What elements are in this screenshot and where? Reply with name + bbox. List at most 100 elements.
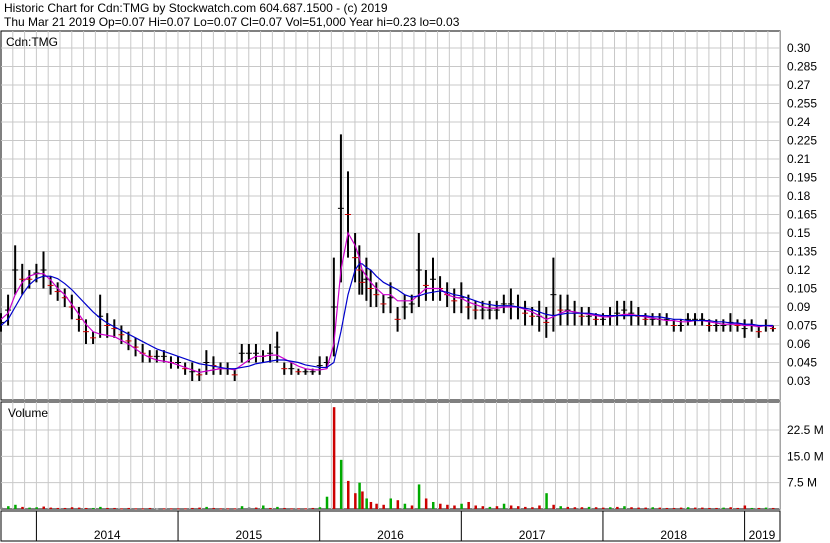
volume-bar — [35, 507, 38, 509]
volume-bar — [488, 506, 492, 509]
volume-bar — [212, 507, 215, 509]
volume-bar — [141, 508, 145, 510]
volume-bar — [325, 496, 329, 509]
volume-bar — [262, 505, 265, 509]
volume-bar — [389, 498, 392, 509]
volume-bar — [106, 507, 109, 509]
volume-bar — [516, 506, 520, 509]
volume-bar — [495, 506, 499, 509]
volume-bar — [764, 507, 768, 509]
volume-bar — [431, 501, 435, 509]
volume-bar — [630, 507, 633, 509]
volume-bar — [559, 506, 562, 509]
volume-bar — [247, 507, 251, 509]
price-tick-label: 0.03 — [787, 374, 811, 388]
volume-bar — [155, 508, 159, 510]
volume-bar — [665, 507, 669, 509]
stock-chart: 0.30 0.285 0.27 0.255 0.24 0.225 0.21 0.195 0.18… — [0, 30, 824, 542]
volume-bar — [70, 507, 74, 509]
volume-bar — [347, 480, 350, 509]
volume-bar — [28, 507, 31, 509]
volume-tick-label: 22.5 M — [787, 423, 824, 437]
volume-bar — [417, 484, 421, 509]
volume-bar — [205, 506, 208, 509]
volume-bar — [7, 506, 10, 509]
year-label: 2018 — [660, 528, 687, 542]
volume-bar — [531, 507, 534, 509]
volume-bar — [736, 507, 740, 509]
volume-tick-label: 15.0 M — [787, 449, 824, 463]
volume-axis-ticks: 22.5 M 15.0 M 7.5 M — [787, 423, 824, 490]
volume-bar — [240, 506, 244, 509]
volume-bar — [609, 507, 612, 509]
price-tick-label: 0.195 — [787, 171, 817, 185]
volume-bar — [410, 505, 414, 509]
price-tick-label: 0.225 — [787, 134, 817, 148]
volume-bar — [616, 506, 619, 509]
volume-bar — [573, 507, 577, 509]
volume-bar — [99, 506, 102, 509]
volume-bar — [708, 507, 711, 509]
volume-bar — [637, 507, 640, 509]
price-tick-label: 0.255 — [787, 97, 817, 111]
volume-bar — [358, 482, 361, 509]
volume-bar — [446, 504, 449, 509]
volume-bar — [375, 503, 378, 509]
price-tick-label: 0.18 — [787, 189, 811, 203]
volume-bar — [318, 507, 322, 509]
volume-bar — [538, 505, 541, 509]
volume-bar — [658, 507, 662, 509]
volume-bar — [339, 459, 343, 509]
volume-bar — [424, 498, 428, 509]
volume-bar — [134, 508, 138, 510]
volume-bar — [354, 493, 357, 509]
volume-bar — [304, 508, 308, 510]
volume-bar — [21, 506, 24, 509]
price-tick-label: 0.15 — [787, 226, 811, 240]
price-tick-label: 0.09 — [787, 300, 811, 314]
price-tick-label: 0.135 — [787, 245, 817, 259]
year-label: 2015 — [236, 528, 263, 542]
volume-bar — [311, 507, 315, 509]
volume-bar — [148, 507, 152, 509]
volume-bar — [566, 506, 570, 509]
volume-panel-title: Volume — [8, 406, 48, 420]
volume-bar — [587, 506, 591, 509]
volume-bar — [219, 508, 223, 510]
volume-bar — [481, 506, 485, 509]
volume-bar — [672, 507, 676, 509]
volume-bar — [191, 507, 194, 509]
volume-bar — [226, 508, 230, 510]
volume-bar — [715, 507, 718, 509]
price-panel-title: Cdn:TMG — [6, 35, 58, 49]
volume-bar — [580, 507, 584, 509]
volume-bar — [63, 507, 67, 509]
volume-bar — [396, 500, 400, 509]
volume-bar — [750, 507, 754, 509]
volume-bar — [623, 506, 626, 509]
volume-bar — [233, 508, 237, 510]
volume-bar — [198, 507, 201, 509]
volume-bar — [49, 507, 53, 509]
volume-bar — [369, 501, 373, 509]
volume-bar — [162, 508, 166, 510]
volume-bar — [545, 493, 548, 509]
volume-bar — [552, 504, 555, 509]
price-tick-label: 0.12 — [787, 263, 811, 277]
volume-bar — [56, 507, 60, 509]
volume-bar — [679, 507, 683, 509]
price-tick-label: 0.105 — [787, 282, 817, 296]
volume-bar — [269, 507, 272, 509]
volume-bar — [644, 507, 647, 509]
volume-bar — [722, 507, 725, 509]
volume-bar — [771, 507, 775, 509]
volume-bar — [729, 507, 732, 509]
volume-bar — [694, 507, 697, 509]
volume-bar — [290, 508, 293, 510]
volume-bar — [439, 503, 442, 509]
price-tick-label: 0.27 — [787, 78, 811, 92]
year-label: 2016 — [377, 528, 404, 542]
volume-bar — [77, 507, 81, 509]
price-tick-label: 0.21 — [787, 152, 811, 166]
volume-bar — [177, 508, 180, 510]
